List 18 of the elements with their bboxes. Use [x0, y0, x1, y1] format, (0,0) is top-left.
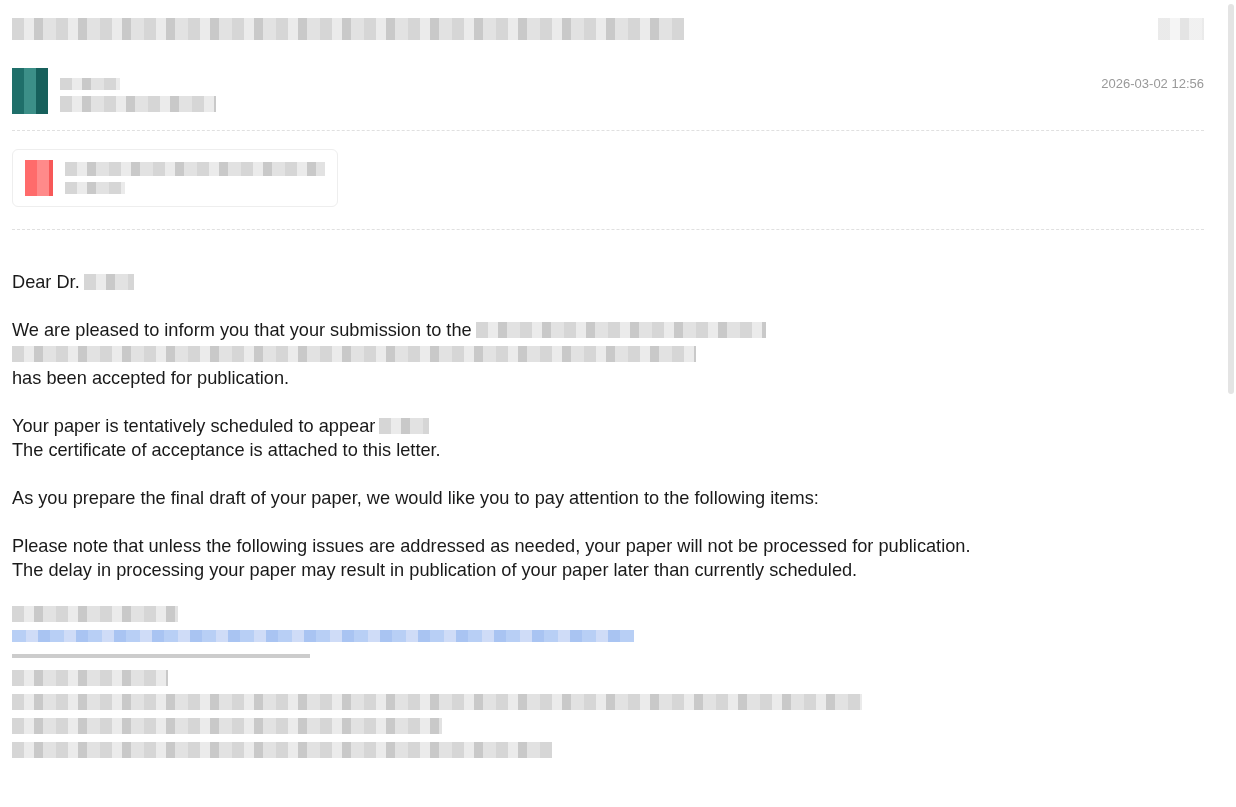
- sender-avatar: [12, 68, 48, 114]
- letter-text: Dear Dr.: [12, 271, 80, 294]
- scrollbar[interactable]: [1228, 4, 1234, 394]
- letter-text: The delay in processing your paper may result in publication of your paper later than currently scheduled.: [12, 559, 858, 582]
- letter-text: has been accepted for publication.: [12, 367, 290, 390]
- redacted-sender-name: [60, 78, 120, 90]
- redacted-file-size: [65, 182, 125, 194]
- redacted-text: [379, 418, 430, 434]
- letter-text: Your paper is tentatively scheduled to appear: [12, 415, 376, 438]
- message-date: 2026-03-02 12:56: [1101, 76, 1204, 91]
- attachment-card[interactable]: [12, 149, 338, 207]
- redacted-control: [1158, 18, 1204, 40]
- letter-text: As you prepare the final draft of your paper, we would like you to pay attention to the following items:: [12, 487, 819, 510]
- letter-text: Please note that unless the following issues are addressed as needed, your paper will not be processed for publication.: [12, 535, 971, 558]
- redacted-text: [83, 274, 134, 290]
- letter-text: We are pleased to inform you that your submission to the: [12, 319, 472, 342]
- file-icon: [25, 160, 53, 196]
- letter-text: The certificate of acceptance is attached to this letter.: [12, 439, 441, 462]
